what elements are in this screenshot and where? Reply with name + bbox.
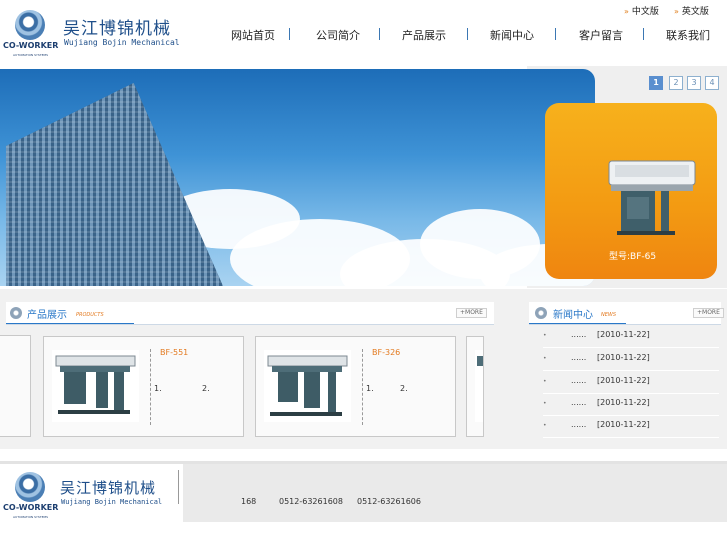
nav-separator: [555, 28, 556, 40]
product-card[interactable]: BF-326 1. 2.: [255, 336, 456, 437]
news-more-button[interactable]: +MORE: [693, 308, 724, 318]
bullet-icon: •: [543, 400, 547, 407]
nav-separator: [643, 28, 644, 40]
card-divider: [362, 349, 364, 425]
nav-item-about[interactable]: 公司简介: [316, 27, 360, 43]
nav-item-guestbook[interactable]: 客户留言: [579, 27, 623, 43]
news-item-date: [2010-11-22]: [597, 420, 650, 429]
logo-icon: [15, 10, 45, 40]
header-logo[interactable]: CO-WORKER AUTOMATION SYSTEMS: [3, 10, 58, 58]
footer-divider: [178, 470, 179, 504]
product-desc-1: 1.: [154, 384, 162, 393]
product-card[interactable]: BF-551 1. 2.: [43, 336, 244, 437]
footer-phone-1: 0512-63261608: [279, 497, 343, 506]
news-subtitle: NEWS: [601, 312, 617, 318]
machine-image: [608, 160, 696, 235]
double-arrow-icon: »: [674, 7, 679, 16]
news-item[interactable]: • ...... [2010-11-22]: [543, 415, 719, 438]
products-header: 产品展示 PRODUCTS +MORE: [6, 302, 494, 325]
logo-subtext: AUTOMATION SYSTEMS: [13, 53, 48, 57]
logo-icon: [15, 472, 45, 502]
product-desc-2: 2.: [202, 384, 210, 393]
nav-separator: [289, 28, 290, 40]
products-more-button[interactable]: +MORE: [456, 308, 487, 318]
news-item[interactable]: • ...... [2010-11-22]: [543, 393, 719, 416]
nav-item-contact[interactable]: 联系我们: [666, 27, 710, 43]
news-title-underline: [529, 323, 626, 324]
featured-model-label: 型号:BF-65: [609, 252, 657, 262]
product-image: [52, 350, 139, 422]
news-item[interactable]: • ...... [2010-11-22]: [543, 371, 719, 394]
bullet-icon: •: [543, 332, 547, 339]
news-item-date: [2010-11-22]: [597, 398, 650, 407]
featured-product-panel[interactable]: 型号:BF-65: [545, 103, 717, 279]
nav-item-home[interactable]: 网站首页: [231, 27, 275, 43]
product-card-partial-right[interactable]: [466, 336, 484, 437]
nav-separator: [467, 28, 468, 40]
bullet-icon: •: [543, 355, 547, 362]
footer-brand-en: Wujiang Bojin Mechanical: [61, 498, 163, 506]
logo-text: CO-WORKER: [3, 503, 59, 512]
news-title: 新闻中心: [553, 310, 593, 321]
brand-name-cn: 吴江博锦机械: [63, 19, 171, 39]
bullet-icon: •: [543, 422, 547, 429]
product-name[interactable]: BF-551: [160, 348, 188, 357]
news-item-title[interactable]: ......: [571, 330, 586, 339]
product-card-partial-left[interactable]: [0, 335, 31, 437]
brand-name-en: Wujiang Bojin Mechanical: [64, 38, 180, 47]
lang-cn-link[interactable]: » 中文版: [624, 4, 659, 17]
double-arrow-icon: »: [624, 7, 629, 16]
banner-page-2[interactable]: 2: [669, 76, 683, 90]
news-item-title[interactable]: ......: [571, 376, 586, 385]
banner-page-3[interactable]: 3: [687, 76, 701, 90]
bullet-icon: •: [543, 378, 547, 385]
lang-cn-label: 中文版: [631, 7, 659, 17]
products-title: 产品展示: [27, 310, 67, 321]
logo-text: CO-WORKER: [3, 41, 59, 50]
news-item-title[interactable]: ......: [571, 420, 586, 429]
section-bullet-icon: [10, 307, 22, 319]
product-desc-1: 1.: [366, 384, 374, 393]
machine-image: [55, 355, 136, 414]
section-bullet-icon: [535, 307, 547, 319]
news-item-title[interactable]: ......: [571, 398, 586, 407]
news-header: 新闻中心 NEWS +MORE: [529, 302, 724, 325]
lang-en-label: 英文版: [681, 7, 709, 17]
building-windows: [6, 83, 226, 286]
footer-phone-2: 0512-63261606: [357, 497, 421, 506]
news-item[interactable]: • ...... [2010-11-22]: [543, 348, 719, 371]
product-desc-2: 2.: [400, 384, 408, 393]
footer-brand-cn: 吴江博锦机械: [60, 479, 157, 497]
banner-image: [0, 69, 595, 286]
banner-page-1[interactable]: 1: [649, 76, 663, 90]
machine-image: [267, 355, 348, 416]
news-item-date: [2010-11-22]: [597, 330, 650, 339]
nav-item-products[interactable]: 产品展示: [402, 27, 446, 43]
news-item-date: [2010-11-22]: [597, 353, 650, 362]
lang-en-link[interactable]: » 英文版: [674, 4, 709, 17]
news-item[interactable]: • ...... [2010-11-22]: [543, 325, 719, 348]
news-item-title[interactable]: ......: [571, 353, 586, 362]
product-name[interactable]: BF-326: [372, 348, 400, 357]
products-title-underline: [6, 323, 134, 324]
product-image: [264, 350, 351, 422]
nav-separator: [379, 28, 380, 40]
footer-logo: CO-WORKER AUTOMATION SYSTEMS: [3, 472, 58, 520]
banner-page-4[interactable]: 4: [705, 76, 719, 90]
nav-item-news[interactable]: 新闻中心: [490, 27, 534, 43]
product-image-partial: [475, 350, 483, 422]
logo-subtext: AUTOMATION SYSTEMS: [13, 515, 48, 519]
footer-info-panel: [183, 464, 727, 522]
card-divider: [150, 349, 152, 425]
products-subtitle: PRODUCTS: [76, 312, 104, 318]
news-item-date: [2010-11-22]: [597, 376, 650, 385]
footer-address-number: 168: [241, 497, 257, 506]
